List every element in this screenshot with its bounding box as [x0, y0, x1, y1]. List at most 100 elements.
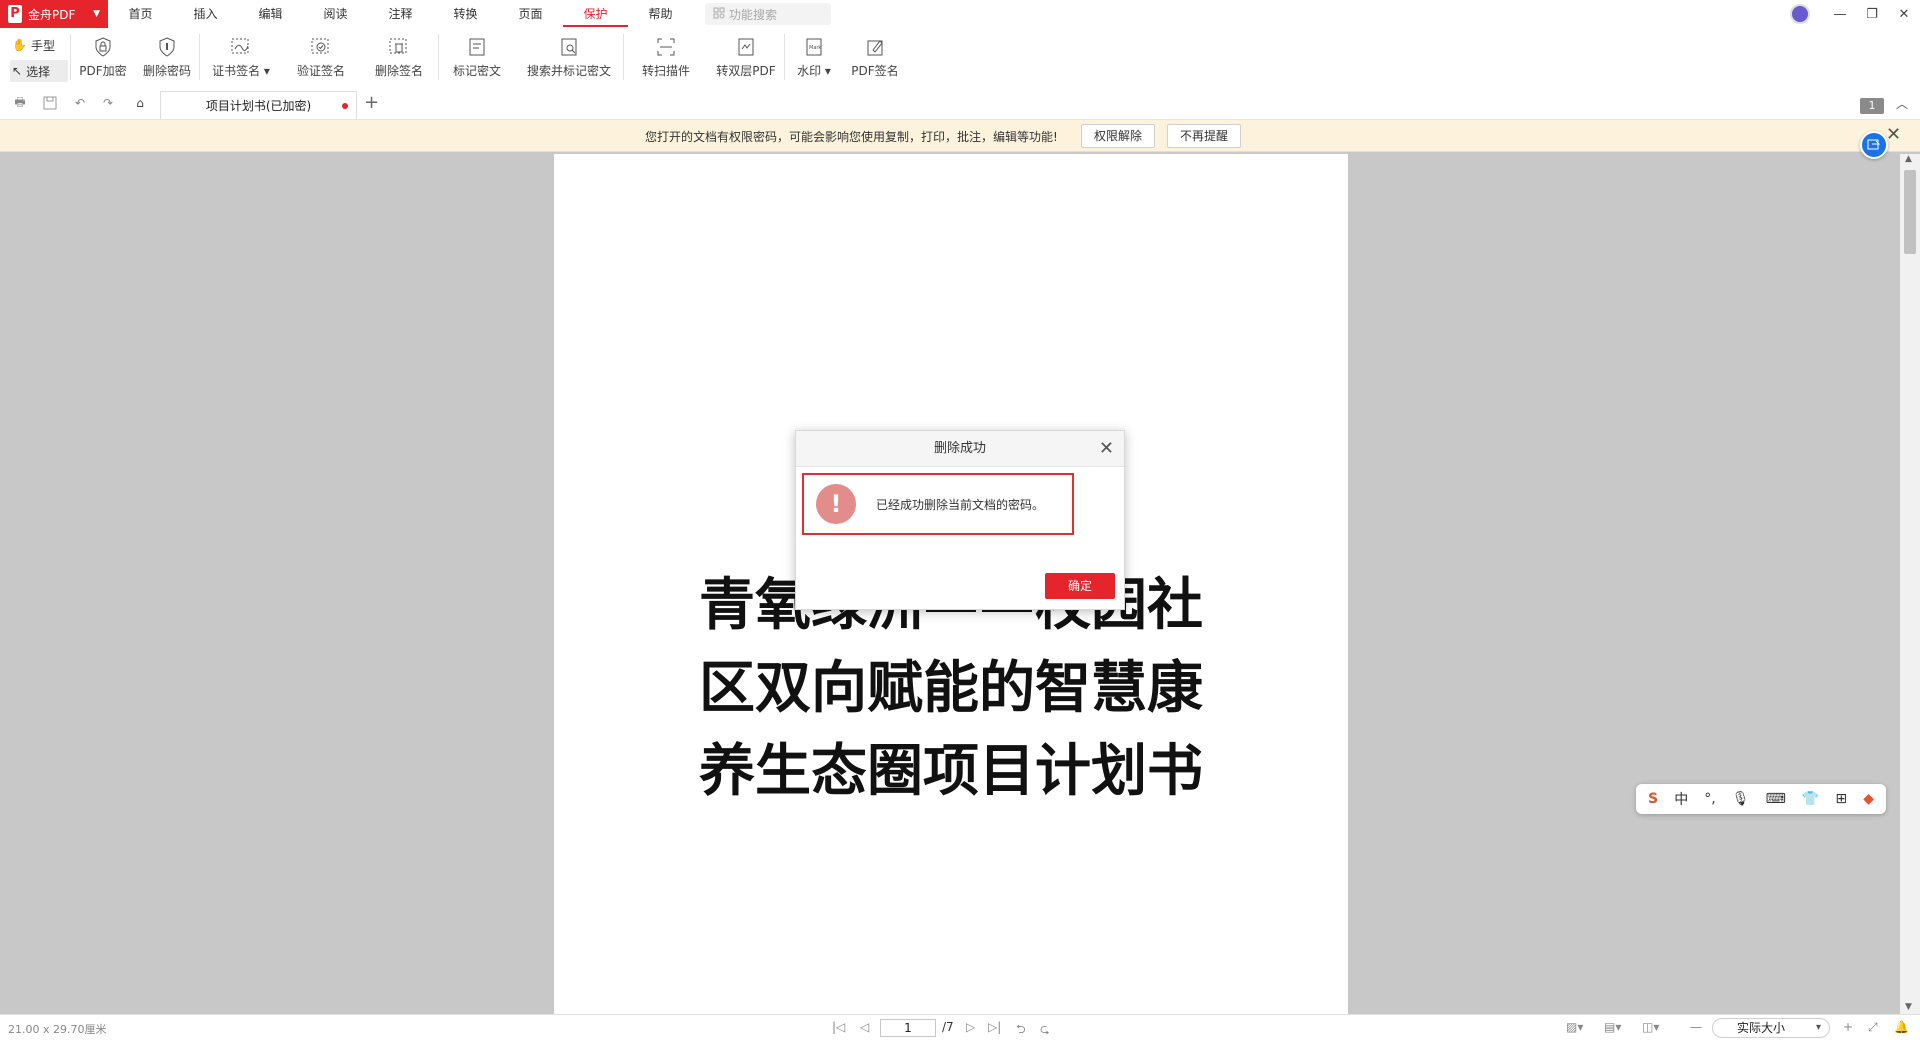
tab-bar: 🖶 ↶ ↷ ⌂ 项目计划书(已加密) + 1 ︿ — [0, 86, 1920, 120]
convert-scan-button[interactable]: 转扫描件 — [624, 28, 708, 79]
punctuation-icon[interactable]: °, — [1704, 791, 1715, 807]
next-page-icon[interactable]: ▷ — [966, 1020, 975, 1034]
ok-button[interactable]: 确定 — [1045, 573, 1115, 599]
cert-sign-button[interactable]: 证书签名 ▾ — [200, 28, 282, 79]
close-window-icon[interactable]: ✕ — [1888, 7, 1920, 22]
select-tool-button[interactable]: ↖ 选择 — [10, 60, 68, 82]
menu-read[interactable]: 阅读 — [303, 0, 368, 28]
floating-assistant-icon[interactable] — [1860, 131, 1888, 159]
convert-scan-label: 转扫描件 — [641, 64, 690, 78]
next-view-icon[interactable]: ⮎ — [1040, 1020, 1050, 1040]
menu-home[interactable]: 首页 — [108, 0, 173, 28]
fit-screen-icon[interactable]: ⤢ — [1868, 1020, 1878, 1035]
keyboard-icon[interactable]: ⌨ — [1766, 791, 1786, 807]
cert-sign-icon — [229, 36, 253, 58]
prev-page-icon[interactable]: ◁ — [860, 1020, 869, 1034]
user-avatar[interactable] — [1790, 4, 1810, 24]
total-pages-label: /7 — [942, 1020, 954, 1034]
cert-sign-label: 证书签名 ▾ — [212, 64, 270, 78]
menu-protect[interactable]: 保护 — [563, 0, 628, 28]
ime-mode-toggle[interactable]: 中 — [1674, 789, 1688, 809]
home-icon[interactable]: ⌂ — [130, 94, 150, 112]
app-menu-button[interactable]: P 金舟PDF ▼ — [0, 0, 108, 28]
view-mode-icon[interactable]: ▨▾ — [1566, 1020, 1583, 1034]
scroll-down-icon[interactable]: ▼ — [1905, 1002, 1912, 1012]
delete-success-dialog: 删除成功 ✕ ! 已经成功删除当前文档的密码。 确定 — [795, 430, 1125, 610]
verify-sign-icon — [309, 36, 333, 58]
title-line: 区双向赋能的智慧康 — [699, 656, 1203, 721]
menu-bar: P 金舟PDF ▼ 首页 插入 编辑 阅读 注释 转换 页面 保护 帮助 功能搜… — [0, 0, 1920, 28]
menu-annotate[interactable]: 注释 — [368, 0, 433, 28]
hand-label: 手型 — [30, 38, 55, 53]
vertical-scrollbar[interactable]: ▲ ▼ — [1900, 154, 1920, 1014]
select-label: 选择 — [26, 64, 51, 79]
delete-sign-icon — [387, 36, 411, 58]
close-icon[interactable]: ✕ — [1886, 124, 1901, 145]
watermark-button[interactable]: Mark 水印 ▾ — [785, 28, 843, 79]
new-tab-icon[interactable]: + — [364, 92, 379, 113]
mark-redact-button[interactable]: 标记密文 — [439, 28, 515, 79]
page-size-label: 21.00 x 29.70厘米 — [8, 1023, 107, 1036]
skin-icon[interactable]: 👕 — [1802, 791, 1819, 807]
scroll-up-icon[interactable]: ▲ — [1905, 154, 1912, 164]
dual-layer-pdf-button[interactable]: 转双层PDF — [708, 28, 784, 79]
dont-remind-button[interactable]: 不再提醒 — [1167, 124, 1241, 148]
search-icon — [713, 7, 725, 22]
restore-icon[interactable]: ❐ — [1856, 7, 1888, 22]
dual-page-icon[interactable]: ◫▾ — [1642, 1020, 1659, 1034]
feature-search-input[interactable]: 功能搜索 — [705, 3, 831, 25]
dual-layer-label: 转双层PDF — [716, 64, 776, 78]
notification-bell-icon[interactable]: 🔔 — [1894, 1020, 1909, 1034]
page-number-input[interactable]: 1 — [880, 1019, 936, 1037]
search-redact-label: 搜索并标记密文 — [526, 64, 611, 78]
tab-document[interactable]: 项目计划书(已加密) — [160, 91, 357, 119]
cursor-mode-group: ✋ 手型 ↖ 选择 — [0, 28, 70, 82]
ime-game-icon[interactable]: ◆ — [1863, 791, 1874, 807]
lock-shield-icon — [91, 36, 115, 58]
page-layout-icon[interactable]: ▤▾ — [1604, 1020, 1621, 1034]
notice-text: 您打开的文档有权限密码，可能会影响您使用复制，打印，批注，编辑等功能! — [645, 130, 1058, 144]
scan-icon — [654, 36, 678, 58]
minimize-icon[interactable]: — — [1824, 7, 1856, 22]
remove-password-button[interactable]: 删除密码 — [135, 28, 199, 79]
collapse-ribbon-icon[interactable]: ︿ — [1896, 95, 1908, 112]
menu-page[interactable]: 页面 — [498, 0, 563, 28]
pdf-sign-button[interactable]: PDF签名 — [843, 28, 907, 79]
save-icon[interactable] — [40, 94, 60, 112]
pdf-encrypt-button[interactable]: PDF加密 — [71, 28, 135, 79]
first-page-icon[interactable]: |◁ — [832, 1020, 845, 1034]
zoom-select[interactable]: 实际大小 — [1712, 1018, 1830, 1038]
dual-layer-icon — [734, 36, 758, 58]
undo-icon[interactable]: ↶ — [70, 94, 90, 112]
sogou-logo-icon[interactable]: S — [1648, 791, 1658, 807]
zoom-in-icon[interactable]: + — [1843, 1020, 1853, 1034]
delete-sign-button[interactable]: 删除签名 — [360, 28, 438, 79]
watermark-label: 水印 ▾ — [797, 64, 831, 78]
app-logo-icon: P — [8, 5, 22, 23]
menu-insert[interactable]: 插入 — [173, 0, 238, 28]
grid-menu-icon[interactable]: ⊞ — [1835, 791, 1847, 807]
menu-help[interactable]: 帮助 — [628, 0, 693, 28]
verify-sign-label: 验证签名 — [296, 64, 345, 78]
remove-password-label: 删除密码 — [142, 64, 191, 78]
verify-sign-button[interactable]: 验证签名 — [282, 28, 360, 79]
delete-sign-label: 删除签名 — [374, 64, 423, 78]
scroll-thumb[interactable] — [1904, 170, 1916, 254]
redo-icon[interactable]: ↷ — [98, 94, 118, 112]
print-icon[interactable]: 🖶 — [10, 94, 30, 112]
close-icon[interactable]: ✕ — [1099, 431, 1114, 467]
search-redact-button[interactable]: 搜索并标记密文 — [515, 28, 623, 79]
dialog-header: 删除成功 ✕ — [796, 431, 1124, 467]
status-bar: 21.00 x 29.70厘米 |◁ ◁ 1 /7 ▷ ▷| ⮌ ⮎ ▨▾ ▤▾… — [0, 1014, 1920, 1040]
last-page-icon[interactable]: ▷| — [988, 1020, 1001, 1034]
watermark-icon: Mark — [802, 36, 826, 58]
microphone-icon[interactable]: 🎙 — [1732, 791, 1750, 807]
unlock-permission-button[interactable]: 权限解除 — [1081, 124, 1155, 148]
menu-convert[interactable]: 转换 — [433, 0, 498, 28]
prev-view-icon[interactable]: ⮌ — [1016, 1020, 1026, 1040]
menu-edit[interactable]: 编辑 — [238, 0, 303, 28]
hand-tool-button[interactable]: ✋ 手型 — [10, 34, 70, 56]
tab-title: 项目计划书(已加密) — [205, 99, 312, 113]
title-line: 养生态圈项目计划书 — [699, 739, 1203, 804]
zoom-out-icon[interactable]: — — [1690, 1020, 1702, 1034]
